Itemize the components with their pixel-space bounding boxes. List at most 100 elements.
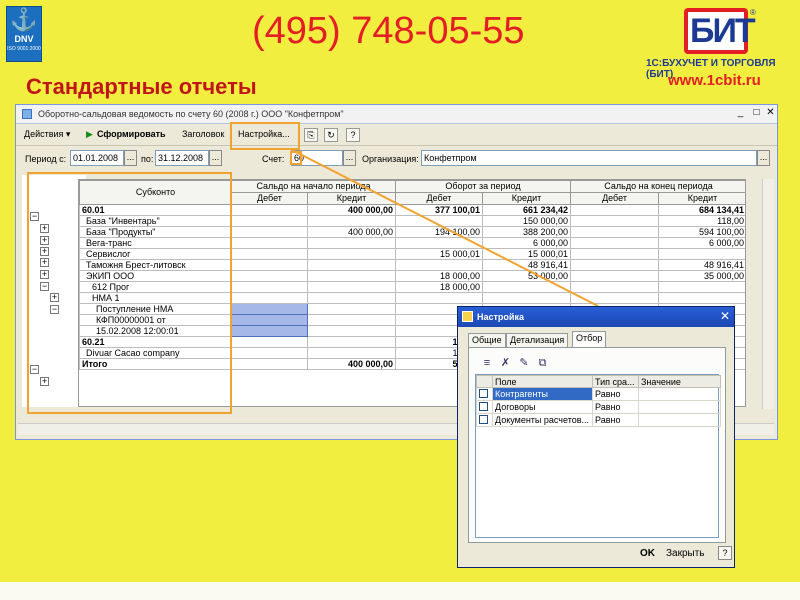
filter-checkbox[interactable] xyxy=(479,401,488,411)
row-turnover-debit: 15 000,01 xyxy=(395,248,483,260)
add-filter-icon[interactable]: ≡ xyxy=(479,357,495,369)
filter-checkbox[interactable] xyxy=(479,388,488,398)
filter-list: Поле Тип сра... Значение Контрагенты Равн… xyxy=(475,374,721,538)
slide-title: Стандартные отчеты xyxy=(26,74,257,99)
toolbar: Действия ▾ ▶ Сформировать Заголовок Наст… xyxy=(16,124,777,146)
dnv-logo: ⚓ DNV ISO 9001:2000 xyxy=(6,6,42,62)
filter-value[interactable] xyxy=(638,387,721,401)
filter-checkbox-cell xyxy=(476,413,493,427)
bit-logo: БИТ ® xyxy=(684,8,756,56)
period-to-field[interactable]: 31.12.2008 xyxy=(155,150,209,166)
filter-checkbox-cell xyxy=(476,400,493,414)
row-opening-credit xyxy=(307,248,396,260)
copy-filter-icon[interactable]: ⧉ xyxy=(535,357,551,370)
period-from-field[interactable]: 01.01.2008 xyxy=(70,150,124,166)
tab-filter[interactable]: Отбор xyxy=(572,331,607,348)
filter-compare-type[interactable]: Равно xyxy=(592,387,639,401)
maximize-icon[interactable]: □ xyxy=(750,107,763,120)
dnv-logo-text: DNV xyxy=(14,34,34,44)
filter-value[interactable] xyxy=(638,400,721,414)
settings-dialog: Настройка ✕ Общие Детализация Отбор ≡ ✗ … xyxy=(457,306,735,568)
filter-field[interactable]: Документы расчетов... xyxy=(492,413,593,427)
row-opening-credit xyxy=(307,215,396,227)
row-closing-debit xyxy=(570,248,660,260)
tree-highlight xyxy=(27,172,232,414)
close-icon[interactable]: ✕ xyxy=(764,107,777,120)
refresh-icon[interactable]: ↻ xyxy=(324,128,338,142)
dialog-footer: OK Закрыть ? xyxy=(468,546,732,564)
settings-icon xyxy=(462,311,473,322)
row-opening-credit: 400 000,00 xyxy=(307,358,396,370)
row-turnover-debit: 18 000,00 xyxy=(395,281,483,293)
filter-field[interactable]: Контрагенты xyxy=(492,387,593,401)
vertical-scrollbar[interactable] xyxy=(762,179,774,409)
ok-button[interactable]: OK xyxy=(640,548,655,559)
row-closing-debit xyxy=(570,270,660,282)
generate-button[interactable]: Сформировать xyxy=(97,128,166,141)
row-closing-credit: 594 100,00 xyxy=(658,226,745,238)
close-icon[interactable]: ✕ xyxy=(720,309,730,323)
row-opening-credit xyxy=(307,281,396,293)
row-opening-credit xyxy=(307,303,396,315)
row-turnover-debit: 377 100,01 xyxy=(395,204,483,216)
copy-icon[interactable]: ⎘ xyxy=(304,128,318,142)
filter-row[interactable]: Контрагенты Равно xyxy=(476,387,721,401)
col-credit: Кредит xyxy=(481,192,572,205)
row-opening-credit: 400 000,00 xyxy=(307,204,396,216)
row-turnover-credit: 48 916,41 xyxy=(481,259,572,271)
row-closing-credit xyxy=(658,281,745,293)
period-to-label: по: xyxy=(141,154,154,164)
close-button[interactable]: Закрыть xyxy=(666,548,705,559)
edit-filter-icon[interactable]: ✎ xyxy=(516,356,532,369)
filter-compare-type[interactable]: Равно xyxy=(592,413,639,427)
settings-highlight xyxy=(230,122,300,150)
col-compare-type: Тип сра... xyxy=(592,375,639,388)
filter-value[interactable] xyxy=(638,413,721,427)
col-closing-balance: Сальдо на конец периода xyxy=(570,180,745,193)
row-opening-credit xyxy=(307,325,396,337)
remove-filter-icon[interactable]: ✗ xyxy=(498,356,514,369)
filter-row[interactable]: Договоры Равно xyxy=(476,400,721,414)
filter-row[interactable]: Документы расчетов... Равно xyxy=(476,413,721,427)
help-button[interactable]: ? xyxy=(346,128,360,142)
row-opening-debit xyxy=(231,237,308,249)
col-turnover: Оборот за период xyxy=(394,180,572,193)
organization-field[interactable]: Конфетпром xyxy=(421,150,757,166)
row-opening-debit xyxy=(231,259,308,271)
row-opening-debit xyxy=(231,336,308,348)
filter-checkbox-cell xyxy=(476,387,493,401)
filter-field[interactable]: Договоры xyxy=(492,400,593,414)
phone-number: (495) 748-05-55 xyxy=(252,10,525,52)
window-title: Оборотно-сальдовая ведомость по счету 60… xyxy=(38,109,344,119)
row-opening-debit xyxy=(231,292,308,304)
filter-compare-type[interactable]: Равно xyxy=(592,400,639,414)
row-turnover-credit: 6 000,00 xyxy=(481,237,572,249)
help-button[interactable]: ? xyxy=(718,546,732,560)
row-turnover-debit: 194 100,00 xyxy=(395,226,483,238)
row-opening-debit xyxy=(231,270,308,282)
row-opening-credit xyxy=(307,237,396,249)
window-titlebar: Оборотно-сальдовая ведомость по счету 60… xyxy=(16,105,777,124)
bit-logo-text: БИТ xyxy=(690,12,756,50)
period-row: Период с: 01.01.2008 ... по: 31.12.2008 … xyxy=(16,146,777,170)
row-turnover-credit: 15 000,01 xyxy=(481,248,572,260)
row-opening-debit xyxy=(231,248,308,260)
row-turnover-credit: 150 000,00 xyxy=(481,215,572,227)
header-button[interactable]: Заголовок xyxy=(182,128,224,141)
organization-picker[interactable]: ... xyxy=(757,150,770,166)
filter-checkbox[interactable] xyxy=(479,414,488,424)
account-picker[interactable]: ... xyxy=(343,150,356,166)
account-label: Счет: xyxy=(262,154,285,164)
tab-general[interactable]: Общие xyxy=(468,333,506,347)
period-to-picker[interactable]: ... xyxy=(209,150,222,166)
col-credit: Кредит xyxy=(307,192,396,205)
tab-detail[interactable]: Детализация xyxy=(506,333,569,347)
actions-menu[interactable]: Действия ▾ xyxy=(24,128,70,141)
row-turnover-credit xyxy=(481,281,572,293)
row-closing-credit xyxy=(658,248,745,260)
period-from-picker[interactable]: ... xyxy=(124,150,137,166)
row-opening-credit xyxy=(307,336,396,348)
dialog-title: Настройка xyxy=(477,312,524,322)
minimize-icon[interactable]: _ xyxy=(734,107,747,120)
col-debit: Дебет xyxy=(395,192,483,205)
